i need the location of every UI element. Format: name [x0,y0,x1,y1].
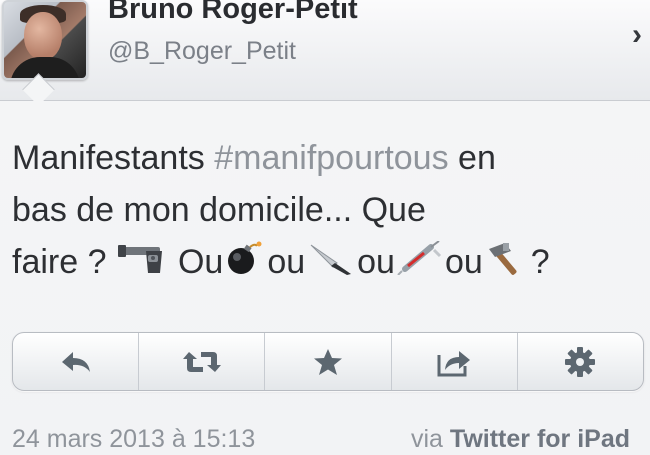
reply-icon [60,349,92,375]
hashtag-link[interactable]: #manifpourtous [214,139,448,177]
tweet-source: via Twitter for iPad [411,425,630,454]
profile-handle[interactable]: @B_Roger_Petit [108,37,296,66]
source-prefix: via [411,425,450,453]
tweet-text-part: bas de mon domicile... Que [12,191,426,229]
avatar[interactable] [2,0,88,80]
tweet-line-3: faire ? Ou ou ou ou? [12,236,632,290]
pistol-emoji-icon [117,238,176,290]
tweet-action-toolbar [12,332,644,391]
tweet-line-1: Manifestants #manifpourtous en [12,132,632,184]
retweet-icon [182,348,221,376]
profile-name[interactable]: Bruno Roger-Petit [108,0,358,26]
chevron-right-icon[interactable]: › [632,18,650,51]
hammer-emoji-icon [485,238,529,290]
tweet-text-part: ou [267,243,306,281]
tweet-text-part: ou [357,243,395,281]
tweet-header: Bruno Roger-Petit @B_Roger_Petit › [0,0,650,106]
source-client-link[interactable]: Twitter for iPad [450,425,630,453]
tweet-text-part: ? [530,243,550,281]
retweet-button[interactable] [139,333,266,390]
favorite-star-icon [313,348,343,376]
share-icon [437,347,471,377]
tweet-timestamp: 24 mars 2013 à 15:13 [12,425,256,453]
knife-emoji-icon [307,238,355,290]
tweet-text-part: Ou [177,243,224,281]
tweet-text-part: ou [444,243,483,281]
settings-button[interactable] [518,333,643,390]
avatar-shirt [10,57,80,78]
syringe-emoji-icon [397,238,443,290]
share-button[interactable] [392,333,518,390]
tweet-text-part: faire ? [12,243,116,281]
avatar-face [24,12,62,60]
reply-button[interactable] [13,333,140,390]
gear-icon [565,346,596,377]
favorite-button[interactable] [265,333,392,390]
tweet-text-part: en [448,139,496,177]
tweet-detail-view: Bruno Roger-Petit @B_Roger_Petit › Manif… [0,0,650,455]
tweet-line-2: bas de mon domicile... Que [12,184,632,236]
tweet-text-part: Manifestants [12,139,215,177]
tweet-text: Manifestants #manifpourtous en bas de mo… [12,132,632,290]
bomb-emoji-icon [225,238,265,290]
